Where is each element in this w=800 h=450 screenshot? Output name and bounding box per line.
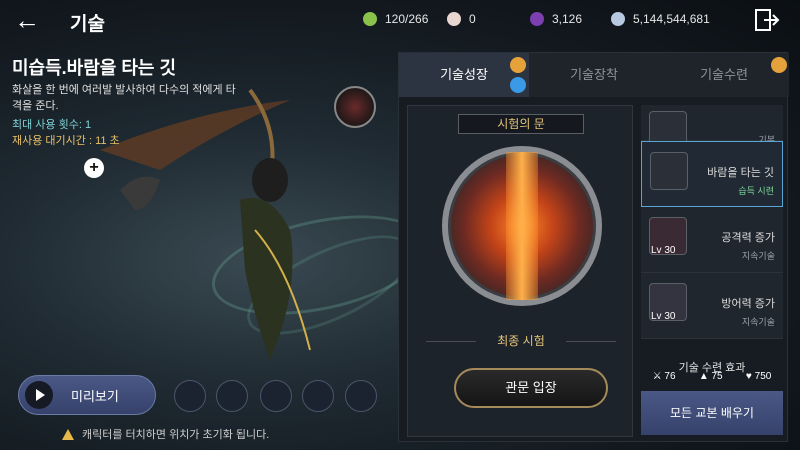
list-item[interactable]: Lv 30 공격력 증가 지속기술 <box>641 207 783 273</box>
top-bar: ← 기술 120/266 0 3,126 5,144,544,681 <box>0 0 800 40</box>
heart-icon: ♥ 750 <box>745 371 772 382</box>
exit-icon[interactable] <box>752 6 780 34</box>
skill-description: 화살을 한 번에 여러발 발사하여 다수의 적에게 타격을 준다. <box>12 84 236 112</box>
tab-skill-equip[interactable]: 기술장착 <box>529 53 659 97</box>
warning-icon <box>62 428 74 440</box>
pearl-icon <box>447 12 461 26</box>
skill-panel: 기술성장 기술장착 기술수련 시험의 문 최종 시험 관문 입장 기본 바람을 … <box>398 52 789 442</box>
silver-value: 5,144,544,681 <box>633 12 710 26</box>
tab-skill-growth[interactable]: 기술성장 <box>399 53 529 97</box>
attack-stat: 76 <box>664 371 676 382</box>
orb-skill-icon[interactable] <box>260 380 292 412</box>
new-badge-icon <box>510 57 526 73</box>
list-item-level: Lv 30 <box>651 311 676 322</box>
skill-screen: ← 기술 120/266 0 3,126 5,144,544,681 미습득.바… <box>0 0 800 450</box>
trial-name: 시험의 문 <box>458 114 584 134</box>
pearl-value: 0 <box>469 12 476 26</box>
plus-button[interactable]: + <box>84 158 104 178</box>
arrow-skill-icon[interactable] <box>302 380 334 412</box>
rank-up-icon[interactable] <box>174 380 206 412</box>
stamina-value: 120/266 <box>385 12 429 26</box>
list-item[interactable]: Lv 30 방어력 증가 지속기술 <box>641 273 783 339</box>
preview-label: 미리보기 <box>71 388 119 404</box>
list-item-level: Lv 30 <box>651 245 676 256</box>
training-stats: ⚔ 76 ▲ 75 ♥ 750 <box>641 371 783 382</box>
list-item-selected[interactable]: 바람을 타는 깃 습득 시련 <box>641 141 783 207</box>
list-item-sub: 지속기술 <box>741 317 775 327</box>
list-item-name: 방어력 증가 <box>721 298 775 310</box>
black-pearl-icon <box>530 12 544 26</box>
skill-list: 기본 바람을 타는 깃 습득 시련 Lv 30 공격력 증가 지속기술 Lv 3… <box>641 105 783 357</box>
resource-black-pearl: 3,126 <box>530 10 582 28</box>
play-icon <box>25 381 53 409</box>
light-beam <box>506 152 538 300</box>
enter-gate-button[interactable]: 관문 입장 <box>454 368 608 408</box>
sword-icon: ⚔ 76 <box>652 371 676 382</box>
list-item[interactable]: 기본 <box>641 105 783 149</box>
page-title: 기술 <box>70 14 105 35</box>
list-item-sub: 지속기술 <box>741 251 775 261</box>
skill-name: 미습득.바람을 타는 깃 <box>12 58 177 78</box>
resource-pearl: 0 <box>447 10 476 28</box>
tab-bar: 기술성장 기술장착 기술수련 <box>399 53 789 97</box>
list-item-sub: 습득 시련 <box>738 186 774 196</box>
resource-silver: 5,144,544,681 <box>611 10 710 28</box>
learn-all-button[interactable]: 모든 교본 배우기 <box>641 391 783 435</box>
reset-warning: 캐릭터를 터치하면 위치가 초기화 됩니다. <box>62 426 269 442</box>
trial-gate-image <box>442 146 602 306</box>
skill-max-uses: 최대 사용 횟수: 1 <box>12 119 92 131</box>
hp-stat: 750 <box>754 371 772 382</box>
star-skill-icon[interactable] <box>345 380 377 412</box>
list-item-name: 바람을 타는 깃 <box>707 167 774 179</box>
silver-icon <box>611 12 625 26</box>
defense-stat: 75 <box>711 371 723 382</box>
new-badge-icon <box>771 57 787 73</box>
trial-section: 시험의 문 최종 시험 관문 입장 <box>407 105 633 437</box>
preview-button[interactable]: 미리보기 <box>18 375 156 415</box>
skill-emblem-icon <box>334 86 376 128</box>
resource-stamina: 120/266 <box>363 10 428 28</box>
tab-skill-training[interactable]: 기술수련 <box>659 53 789 97</box>
stamina-icon <box>363 12 377 26</box>
divider <box>566 341 616 342</box>
list-item-name: 공격력 증가 <box>721 232 775 244</box>
back-arrow-icon[interactable]: ← <box>14 7 44 34</box>
rank-up-double-icon[interactable] <box>216 380 248 412</box>
arrow-feather-icon <box>650 152 688 190</box>
skill-cooldown: 재사용 대기시간 : 11 초 <box>12 135 120 147</box>
warning-text: 캐릭터를 터치하면 위치가 초기화 됩니다. <box>82 429 270 441</box>
black-pearl-value: 3,126 <box>552 12 583 26</box>
info-badge-icon <box>510 77 526 93</box>
shield-icon: ▲ 75 <box>698 371 723 382</box>
